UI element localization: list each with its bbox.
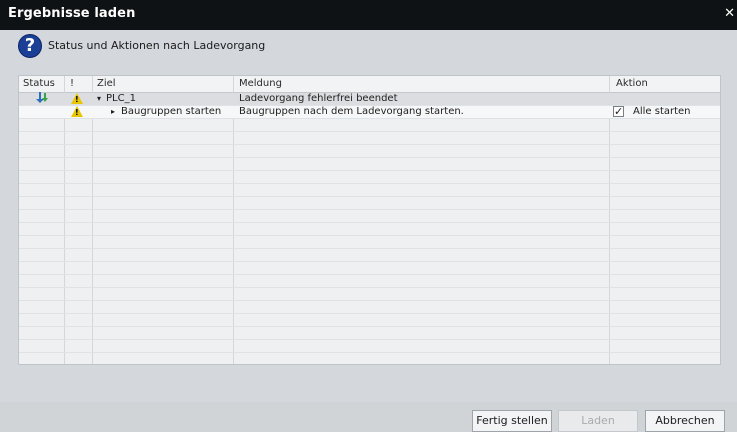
empty-row	[19, 132, 720, 145]
empty-row	[19, 210, 720, 223]
dialog-subtitle: Status und Aktionen nach Ladevorgang	[48, 39, 266, 52]
expand-icon[interactable]: ▸	[111, 107, 115, 116]
header-warning[interactable]: !	[70, 78, 74, 89]
empty-row	[19, 275, 720, 288]
load-button[interactable]: Laden	[558, 410, 638, 432]
collapse-icon[interactable]: ▾	[97, 94, 101, 103]
results-grid: Status ! Ziel Meldung Aktion ! ▾ PLC_1 L…	[18, 75, 721, 365]
download-arrow-icon	[35, 91, 49, 107]
close-icon[interactable]: ✕	[724, 6, 735, 21]
help-icon: ?	[18, 34, 42, 58]
table-row[interactable]: ! ▸ Baugruppen starten Baugruppen nach d…	[19, 106, 720, 119]
header-action[interactable]: Aktion	[616, 78, 648, 89]
cancel-button[interactable]: Abbrechen	[645, 410, 725, 432]
empty-row	[19, 145, 720, 158]
empty-row	[19, 158, 720, 171]
checkmark-icon: ✓	[614, 105, 624, 118]
empty-row	[19, 236, 720, 249]
empty-row	[19, 340, 720, 353]
grid-header: Status ! Ziel Meldung Aktion	[19, 76, 720, 93]
titlebar: Ergebnisse laden ✕	[0, 0, 737, 30]
empty-row	[19, 197, 720, 210]
empty-row	[19, 262, 720, 275]
empty-row	[19, 288, 720, 301]
empty-row	[19, 223, 720, 236]
empty-row	[19, 171, 720, 184]
empty-row	[19, 119, 720, 132]
action-label: Alle starten	[633, 106, 691, 117]
dialog-title: Ergebnisse laden	[8, 6, 136, 21]
target-cell: PLC_1	[106, 93, 136, 104]
start-all-checkbox[interactable]: ✓	[613, 106, 624, 117]
empty-row	[19, 301, 720, 314]
message-cell: Baugruppen nach dem Ladevorgang starten.	[239, 106, 464, 117]
empty-row	[19, 249, 720, 262]
header-status[interactable]: Status	[23, 78, 55, 89]
message-cell: Ladevorgang fehlerfrei beendet	[239, 93, 398, 104]
target-cell: Baugruppen starten	[121, 106, 222, 117]
header-message[interactable]: Meldung	[239, 78, 282, 89]
empty-row	[19, 314, 720, 327]
empty-row	[19, 184, 720, 197]
finish-button[interactable]: Fertig stellen	[472, 410, 552, 432]
empty-row	[19, 327, 720, 340]
header-target[interactable]: Ziel	[97, 78, 116, 89]
dialog: Ergebnisse laden ✕ ? Status und Aktionen…	[0, 0, 737, 432]
